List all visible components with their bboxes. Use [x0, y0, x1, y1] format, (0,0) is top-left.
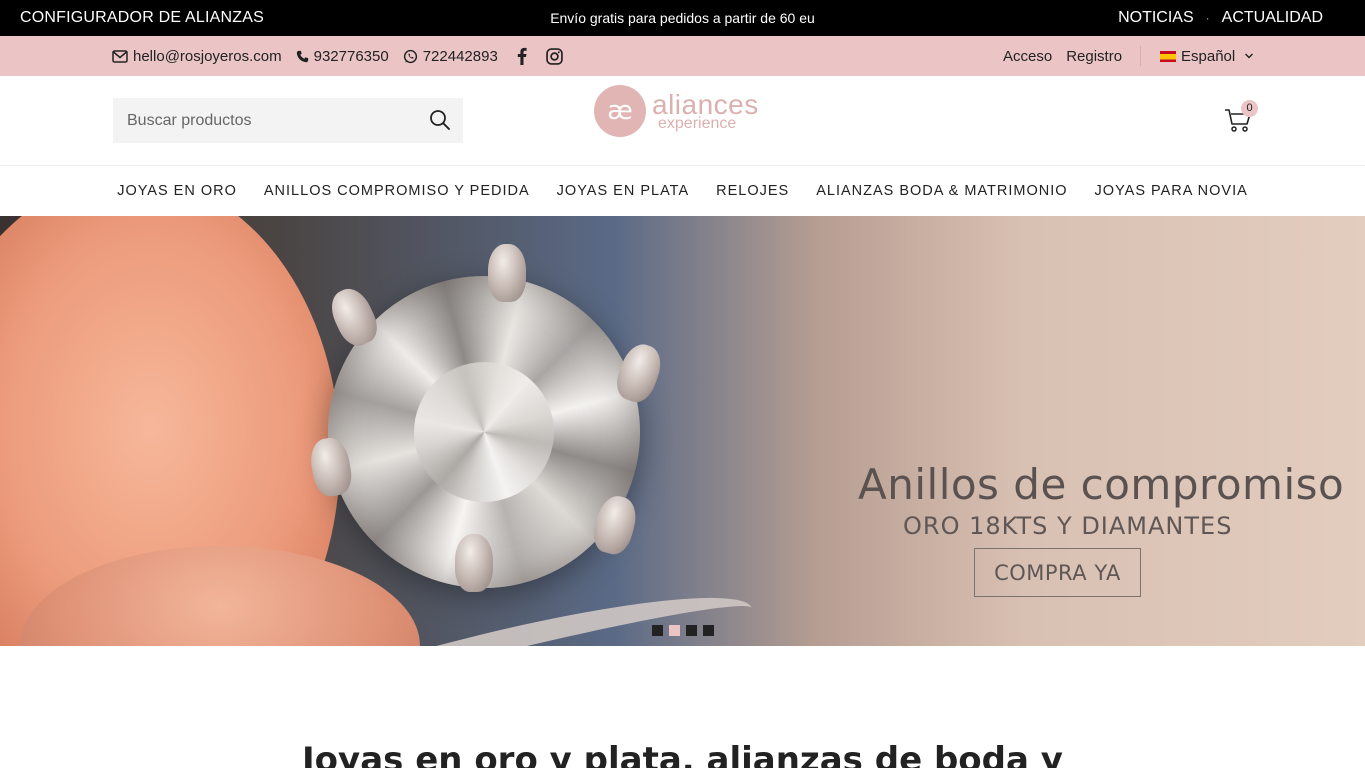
nav-joyas-para-novia[interactable]: JOYAS PARA NOVIA [1081, 183, 1261, 199]
site-header: æ aliances experience 0 [0, 76, 1365, 166]
account-links: Acceso Registro [1003, 36, 1122, 76]
ring-prong [455, 534, 493, 592]
main-nav: JOYAS EN ORO ANILLOS COMPROMISO Y PEDIDA… [0, 166, 1365, 216]
envelope-icon [112, 49, 128, 63]
separator-dot: · [1205, 11, 1210, 25]
language-label: Español [1181, 47, 1236, 65]
nav-joyas-en-oro[interactable]: JOYAS EN ORO [104, 183, 251, 199]
language-selector[interactable]: Español [1160, 36, 1254, 76]
phone-link[interactable]: 932776350 [296, 48, 389, 65]
register-link[interactable]: Registro [1066, 48, 1122, 65]
ring-prong [488, 244, 526, 302]
search-input[interactable] [113, 98, 413, 143]
whatsapp-link[interactable]: 722442893 [403, 48, 498, 65]
whatsapp-icon [403, 49, 417, 63]
facebook-icon[interactable] [516, 47, 528, 65]
slider-dot-4[interactable] [703, 625, 714, 636]
cart-button[interactable]: 0 [1224, 100, 1258, 136]
logo-mark: æ [594, 85, 646, 137]
configurador-link[interactable]: CONFIGURADOR DE ALIANZAS [20, 0, 264, 36]
instagram-icon[interactable] [546, 47, 563, 65]
nav-joyas-en-plata[interactable]: JOYAS EN PLATA [543, 183, 702, 199]
contact-info: hello@rosjoyeros.com 932776350 722442893 [112, 36, 563, 76]
hero-subtitle: ORO 18KTS Y DIAMANTES [903, 512, 1233, 540]
slider-dot-3[interactable] [686, 625, 697, 636]
slider-dot-1[interactable] [652, 625, 663, 636]
phone-text: 932776350 [313, 47, 389, 65]
logo-text: aliances experience [652, 90, 759, 132]
whatsapp-text: 722442893 [422, 47, 498, 65]
divider [1140, 46, 1141, 66]
actualidad-link[interactable]: ACTUALIDAD [1222, 0, 1323, 36]
cart-count-badge: 0 [1241, 100, 1258, 117]
login-link[interactable]: Acceso [1003, 48, 1052, 65]
hero-title: Anillos de compromiso [858, 460, 1345, 509]
contact-bar: hello@rosjoyeros.com 932776350 722442893… [0, 36, 1365, 76]
search-icon[interactable] [429, 109, 451, 131]
hero-slider: Anillos de compromiso ORO 18KTS Y DIAMAN… [0, 216, 1365, 646]
phone-icon [296, 50, 308, 62]
shop-now-button[interactable]: COMPRA YA [974, 548, 1141, 597]
email-text: hello@rosjoyeros.com [133, 47, 282, 65]
section-title: Joyas en oro y plata, alianzas de boda y [302, 740, 1063, 768]
site-logo[interactable]: æ aliances experience [594, 84, 774, 138]
top-right-links: NOTICIAS · ACTUALIDAD [1118, 0, 1323, 36]
slider-dots [652, 625, 714, 636]
top-bar: CONFIGURADOR DE ALIANZAS Envío gratis pa… [0, 0, 1365, 36]
search-box [113, 98, 463, 143]
chevron-down-icon [1245, 53, 1254, 59]
noticias-link[interactable]: NOTICIAS [1118, 0, 1194, 36]
nav-relojes[interactable]: RELOJES [703, 183, 803, 199]
nav-anillos-compromiso[interactable]: ANILLOS COMPROMISO Y PEDIDA [250, 183, 543, 199]
spain-flag-icon [1160, 50, 1176, 62]
email-link[interactable]: hello@rosjoyeros.com [112, 48, 282, 65]
slider-dot-2[interactable] [669, 625, 680, 636]
nav-alianzas-boda[interactable]: ALIANZAS BODA & MATRIMONIO [803, 183, 1081, 199]
